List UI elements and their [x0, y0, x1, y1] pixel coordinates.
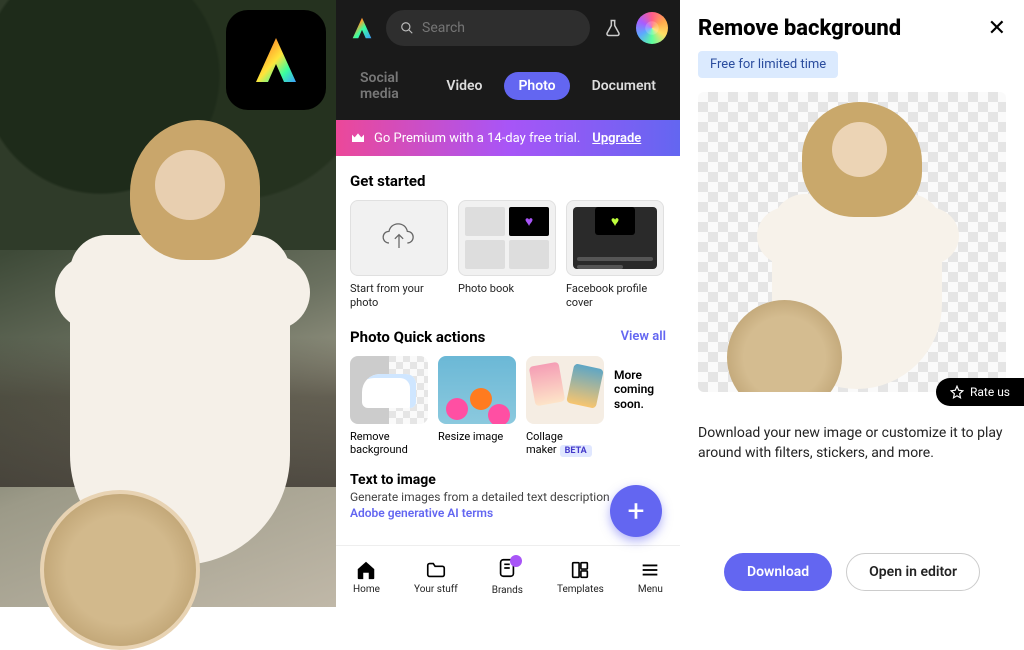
folder-icon	[425, 559, 447, 581]
t2i-title: Text to image	[350, 472, 666, 488]
get-started-title: Get started	[350, 172, 666, 190]
app-icon	[226, 10, 326, 110]
menu-icon	[639, 559, 661, 581]
qa-label: Remove background	[350, 430, 428, 456]
free-badge: Free for limited time	[698, 51, 838, 78]
card-label: Start from your photo	[350, 282, 448, 310]
nav-label: Home	[353, 584, 380, 595]
cutout-figure	[752, 102, 952, 392]
nav-label: Templates	[557, 584, 604, 595]
card-facebook-cover[interactable]: ♥ Facebook profile cover	[566, 200, 664, 310]
nav-brands[interactable]: Brands	[492, 557, 523, 596]
qa-more-coming: More coming soon.	[614, 356, 666, 424]
nav-menu[interactable]: Menu	[638, 559, 663, 595]
labs-icon[interactable]	[600, 15, 626, 41]
nav-label: Menu	[638, 584, 663, 595]
plus-icon: +	[627, 494, 644, 529]
result-description: Download your new image or customize it …	[698, 424, 1006, 463]
qa-label: Collage makerBETA	[526, 430, 604, 457]
tab-photo[interactable]: Photo	[504, 72, 569, 100]
page-title: Remove background	[698, 16, 901, 41]
thumbnail	[526, 356, 604, 424]
qa-collage-maker[interactable]: Collage makerBETA	[526, 356, 604, 457]
download-button[interactable]: Download	[724, 553, 832, 591]
tab-social-media[interactable]: Social media	[346, 64, 424, 108]
brands-icon	[496, 557, 518, 579]
quick-actions-title: Photo Quick actions	[350, 328, 485, 346]
adobe-express-logo-icon	[246, 30, 306, 90]
templates-icon	[569, 559, 591, 581]
qa-label: Resize image	[438, 430, 516, 443]
close-icon: ✕	[988, 16, 1006, 41]
palette-icon	[643, 19, 661, 37]
card-label: Facebook profile cover	[566, 282, 664, 310]
search-field[interactable]	[386, 10, 590, 46]
qa-resize-image[interactable]: Resize image	[438, 356, 516, 457]
premium-banner[interactable]: Go Premium with a 14-day free trial. Upg…	[336, 120, 680, 156]
nav-your-stuff[interactable]: Your stuff	[414, 559, 458, 595]
view-all-link[interactable]: View all	[621, 329, 666, 344]
rate-us-button[interactable]: Rate us	[936, 378, 1024, 406]
search-icon	[400, 20, 414, 36]
category-tabs: Social media Video Photo Document	[336, 56, 680, 120]
premium-text: Go Premium with a 14-day free trial.	[374, 131, 580, 146]
thumbnail	[350, 356, 428, 424]
app-home-panel: Social media Video Photo Document Go Pre…	[336, 0, 680, 607]
open-in-editor-button[interactable]: Open in editor	[846, 553, 980, 591]
tab-video[interactable]: Video	[432, 72, 496, 100]
crown-icon	[350, 130, 366, 146]
source-photo-panel	[0, 0, 336, 607]
card-label: Photo book	[458, 282, 556, 296]
nav-home[interactable]: Home	[353, 559, 380, 595]
card-photo-book[interactable]: ♥ Photo book	[458, 200, 556, 310]
nav-templates[interactable]: Templates	[557, 559, 604, 595]
create-fab[interactable]: +	[610, 485, 662, 537]
home-icon	[355, 559, 377, 581]
remove-background-panel: Remove background ✕ Free for limited tim…	[680, 0, 1024, 607]
search-input[interactable]	[422, 20, 576, 36]
tab-document[interactable]: Document	[578, 72, 670, 100]
beta-badge: BETA	[560, 445, 592, 457]
adobe-express-logo-icon	[348, 14, 376, 42]
heart-icon: ♥	[595, 207, 635, 235]
bottom-nav: Home Your stuff Brands Templates Menu	[336, 545, 680, 607]
upgrade-link[interactable]: Upgrade	[592, 131, 641, 146]
star-icon	[950, 385, 964, 399]
profile-avatar[interactable]	[636, 12, 668, 44]
qa-remove-background[interactable]: Remove background	[350, 356, 428, 457]
thumbnail	[438, 356, 516, 424]
upload-photo-icon	[379, 218, 419, 258]
top-bar	[336, 0, 680, 56]
close-button[interactable]: ✕	[988, 16, 1006, 41]
nav-label: Brands	[492, 585, 523, 596]
card-start-from-photo[interactable]: Start from your photo	[350, 200, 448, 310]
heart-icon: ♥	[509, 207, 549, 236]
rate-label: Rate us	[970, 385, 1010, 399]
nav-label: Your stuff	[414, 584, 458, 595]
person-figure	[60, 120, 290, 580]
result-preview	[698, 92, 1006, 392]
